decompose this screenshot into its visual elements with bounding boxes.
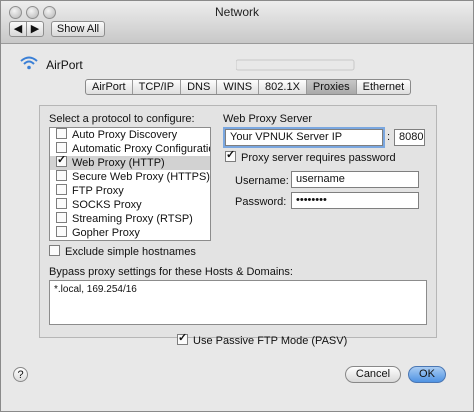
proxy-host-field[interactable]: Your VPNUK Server IP (225, 129, 383, 146)
interface-name: AirPort (46, 57, 83, 72)
list-item[interactable]: SOCKS Proxy (50, 198, 210, 212)
window-title: Network (214, 5, 259, 19)
tab-proxies[interactable]: Proxies (306, 80, 357, 94)
checkbox[interactable] (56, 198, 67, 209)
protocol-label: Streaming Proxy (RTSP) (72, 213, 193, 225)
help-button[interactable]: ? (13, 367, 28, 382)
ok-button[interactable]: OK (408, 366, 446, 383)
bypass-hosts-textarea[interactable]: *.local, 169.254/16 (49, 280, 427, 325)
list-item[interactable]: FTP Proxy (50, 184, 210, 198)
back-button[interactable]: ◀ (9, 21, 27, 37)
protocol-label: Gopher Proxy (72, 227, 140, 239)
proxy-port-field[interactable]: 8080 (394, 129, 425, 146)
tab-airport[interactable]: AirPort (86, 80, 133, 94)
tab-dns[interactable]: DNS (181, 80, 218, 94)
checkbox[interactable] (56, 184, 67, 195)
checkbox[interactable] (56, 212, 67, 223)
checkbox[interactable] (56, 142, 67, 153)
show-all-button[interactable]: Show All (51, 21, 105, 37)
passive-ftp-label: Use Passive FTP Mode (PASV) (193, 335, 348, 347)
checkbox[interactable] (56, 170, 67, 181)
bypass-label: Bypass proxy settings for these Hosts & … (49, 266, 293, 278)
checkbox[interactable] (56, 226, 67, 237)
exclude-simple-row[interactable]: Exclude simple hostnames (49, 245, 196, 258)
protocol-label: SOCKS Proxy (72, 199, 142, 211)
protocol-label: Automatic Proxy Configuration (72, 143, 210, 155)
protocol-list[interactable]: Auto Proxy Discovery Automatic Proxy Con… (49, 127, 211, 241)
username-field[interactable]: username (291, 171, 419, 188)
web-proxy-server-label: Web Proxy Server (223, 113, 313, 125)
password-field[interactable]: •••••••• (291, 192, 419, 209)
protocol-list-label: Select a protocol to configure: (49, 113, 195, 125)
exclude-simple-label: Exclude simple hostnames (65, 246, 196, 258)
tab-wins[interactable]: WINS (217, 80, 260, 94)
exclude-simple-checkbox[interactable] (49, 245, 60, 256)
list-item[interactable]: Automatic Proxy Configuration (50, 142, 210, 156)
protocol-label: Auto Proxy Discovery (72, 129, 178, 141)
requires-password-row[interactable]: Proxy server requires password (225, 151, 396, 164)
cancel-button[interactable]: Cancel (345, 366, 401, 383)
username-label: Username: (235, 175, 289, 187)
list-item[interactable]: Gopher Proxy (50, 226, 210, 240)
forward-button[interactable]: ▶ (26, 21, 44, 37)
protocol-label: FTP Proxy (72, 185, 124, 197)
tab-tcpip[interactable]: TCP/IP (133, 80, 182, 94)
checkbox[interactable] (56, 156, 67, 167)
list-item[interactable]: Web Proxy (HTTP) (50, 156, 210, 170)
faded-background (235, 59, 356, 74)
tab-ethernet[interactable]: Ethernet (357, 80, 411, 94)
requires-password-checkbox[interactable] (225, 151, 236, 162)
interface-header: AirPort (19, 56, 83, 73)
password-label: Password: (235, 196, 287, 208)
passive-ftp-row[interactable]: Use Passive FTP Mode (PASV) (177, 334, 347, 347)
requires-password-label: Proxy server requires password (241, 152, 396, 164)
checkbox[interactable] (56, 128, 67, 139)
port-separator: : (387, 131, 391, 143)
tab-8021x[interactable]: 802.1X (259, 80, 307, 94)
passive-ftp-checkbox[interactable] (177, 334, 188, 345)
titlebar: Network ◀ ▶ Show All (1, 1, 473, 44)
list-item[interactable]: Auto Proxy Discovery (50, 128, 210, 142)
wifi-icon (19, 56, 39, 73)
settings-tabs: AirPort TCP/IP DNS WINS 802.1X Proxies E… (85, 79, 412, 95)
protocol-label: Secure Web Proxy (HTTPS) (72, 171, 210, 183)
network-window: Network ◀ ▶ Show All AirPort AirPort TCP… (0, 0, 474, 412)
list-item[interactable]: Streaming Proxy (RTSP) (50, 212, 210, 226)
list-item[interactable]: Secure Web Proxy (HTTPS) (50, 170, 210, 184)
protocol-label: Web Proxy (HTTP) (72, 157, 165, 169)
